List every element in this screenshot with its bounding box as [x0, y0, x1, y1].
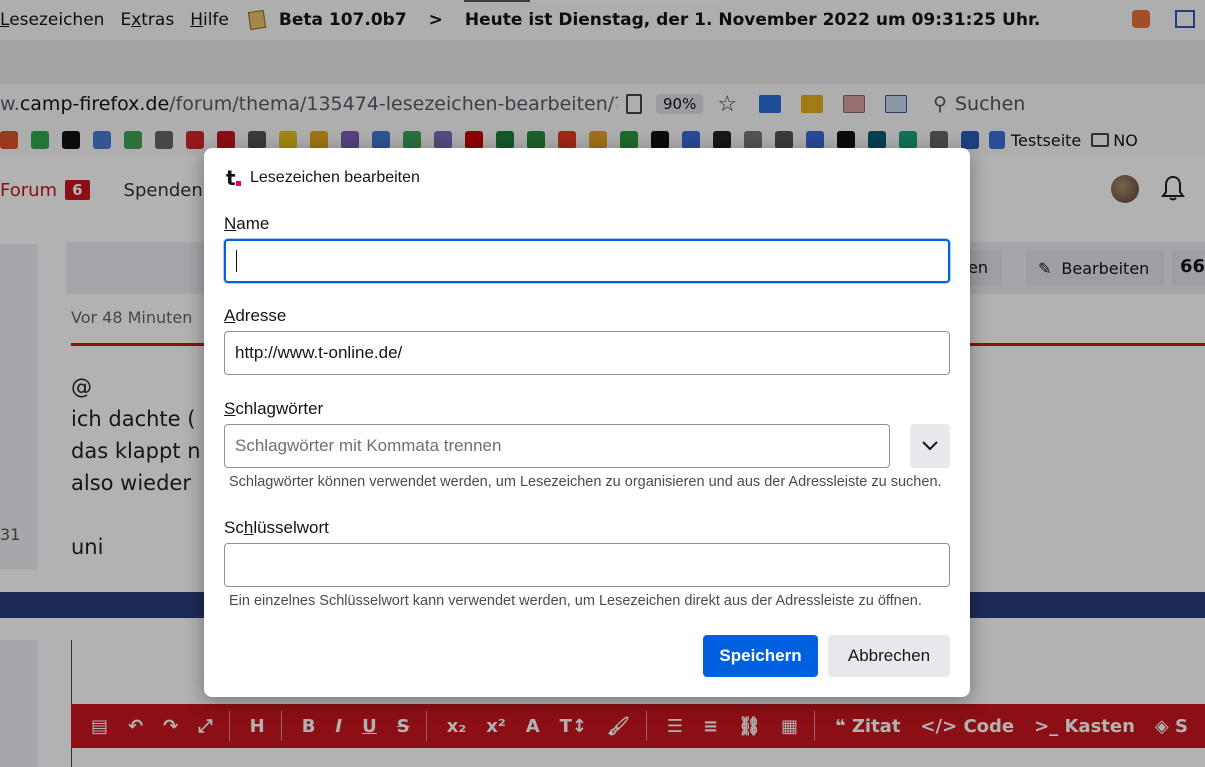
label-accel: S: [224, 399, 236, 418]
name-label: Name: [224, 214, 269, 234]
tags-label: Schlagwörter: [224, 399, 323, 419]
tags-expand-button[interactable]: [910, 424, 950, 468]
tags-field[interactable]: Schlagwörter mit Kommata trennen: [224, 424, 890, 468]
edit-bookmark-dialog: t Lesezeichen bearbeiten Name Adresse ht…: [204, 148, 970, 697]
label-text: Sc: [224, 518, 244, 537]
save-button[interactable]: Speichern: [703, 635, 818, 677]
tags-hint: Schlagwörter können verwendet werden, um…: [229, 474, 942, 490]
label-text: ame: [236, 214, 270, 233]
label-text: chlagwörter: [235, 399, 324, 418]
address-label: Adresse: [224, 306, 286, 326]
chevron-down-icon: [922, 441, 938, 451]
keyword-hint: Ein einzelnes Schlüsselwort kann verwend…: [229, 593, 922, 609]
name-field[interactable]: [224, 239, 950, 283]
dialog-title-text: Lesezeichen bearbeiten: [250, 169, 420, 186]
address-value: http://www.t-online.de/: [235, 343, 403, 362]
keyword-label: Schlüsselwort: [224, 518, 329, 538]
cancel-button[interactable]: Abbrechen: [828, 635, 950, 677]
keyword-field[interactable]: [224, 543, 950, 587]
label-accel: h: [243, 518, 254, 537]
t-online-icon: t: [226, 168, 242, 188]
label-text: lüsselwort: [253, 518, 329, 537]
label-accel: A: [224, 306, 236, 325]
text-caret: [236, 250, 237, 272]
label-text: dresse: [235, 306, 287, 325]
label-accel: N: [224, 214, 237, 233]
address-field[interactable]: http://www.t-online.de/: [224, 331, 950, 375]
dialog-title: t Lesezeichen bearbeiten: [226, 168, 420, 188]
tags-placeholder: Schlagwörter mit Kommata trennen: [235, 436, 502, 455]
